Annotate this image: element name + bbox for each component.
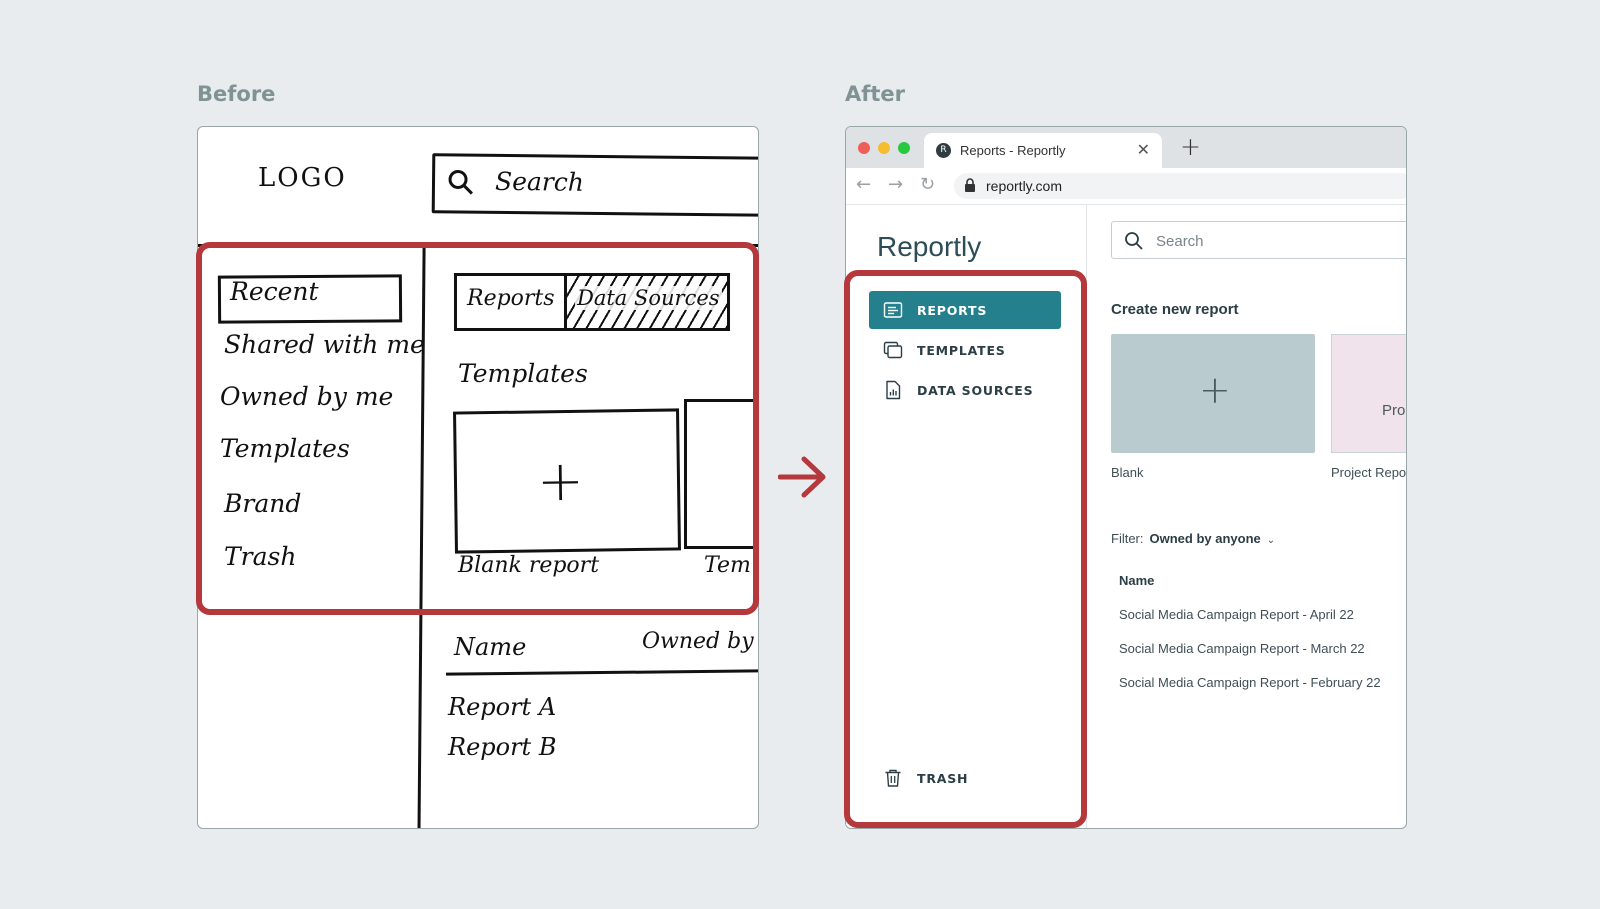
before-label: Before (197, 82, 276, 106)
table-row[interactable]: Social Media Campaign Report - February … (1119, 675, 1381, 690)
browser-tab-title: Reports - Reportly (960, 143, 1066, 158)
sketch-column-header: Name (454, 633, 527, 661)
close-window-button[interactable] (858, 142, 870, 154)
app-logo: Reportly (877, 231, 982, 262)
url-field[interactable]: reportly.com (954, 173, 1406, 199)
sketch-divider (445, 669, 758, 676)
sketch-search-box: Search (431, 153, 758, 217)
reload-icon[interactable]: ↻ (920, 174, 935, 195)
app-highlight-box (844, 270, 1087, 828)
sketch-search-text: Search (494, 166, 585, 197)
filter[interactable]: Filter: Owned by anyone ⌄ (1111, 531, 1275, 546)
maximize-window-button[interactable] (898, 142, 910, 154)
browser-tab[interactable]: R Reports - Reportly ✕ (924, 133, 1162, 168)
minimize-window-button[interactable] (878, 142, 890, 154)
browser-tab-bar: R Reports - Reportly ✕ + (846, 127, 1406, 168)
arrow-right-icon (778, 456, 826, 498)
section-title: Create new report (1111, 301, 1239, 318)
blank-report-card[interactable]: + (1111, 334, 1315, 453)
sketch-column-header: Owned by (642, 629, 754, 654)
plus-icon: + (1199, 368, 1231, 412)
sketch-row: Report A (448, 693, 557, 721)
sketch-row: Report B (448, 733, 557, 761)
table-row[interactable]: Social Media Campaign Report - March 22 (1119, 641, 1365, 656)
new-tab-button[interactable]: + (1180, 132, 1201, 161)
search-input[interactable]: Search (1111, 221, 1406, 259)
card-thumb-text: Pro (1382, 402, 1406, 419)
sketch-search-icon (448, 169, 473, 195)
table-row[interactable]: Social Media Campaign Report - April 22 (1119, 607, 1354, 622)
sketch-highlight-box (196, 242, 759, 615)
sketch-logo: LOGO (258, 163, 347, 193)
app-main: Search Create new report + Blank Pro Pro… (1087, 205, 1407, 828)
search-icon (1125, 232, 1143, 250)
project-report-card[interactable]: Pro (1331, 334, 1406, 453)
search-placeholder: Search (1156, 233, 1204, 250)
filter-label: Filter: (1111, 531, 1144, 546)
table-header-name[interactable]: Name (1119, 573, 1154, 588)
url-text: reportly.com (986, 178, 1062, 194)
after-label: After (845, 82, 906, 106)
card-label: Project Repo (1331, 465, 1407, 480)
close-tab-icon[interactable]: ✕ (1137, 140, 1150, 160)
card-label: Blank (1111, 465, 1144, 480)
filter-value[interactable]: Owned by anyone (1150, 531, 1261, 546)
forward-icon[interactable]: → (888, 174, 903, 195)
favicon-icon: R (936, 143, 951, 158)
back-icon[interactable]: ← (856, 174, 871, 195)
lock-icon (965, 178, 975, 192)
chevron-down-icon[interactable]: ⌄ (1267, 535, 1275, 546)
address-bar: ← → ↻ reportly.com (846, 168, 1406, 205)
